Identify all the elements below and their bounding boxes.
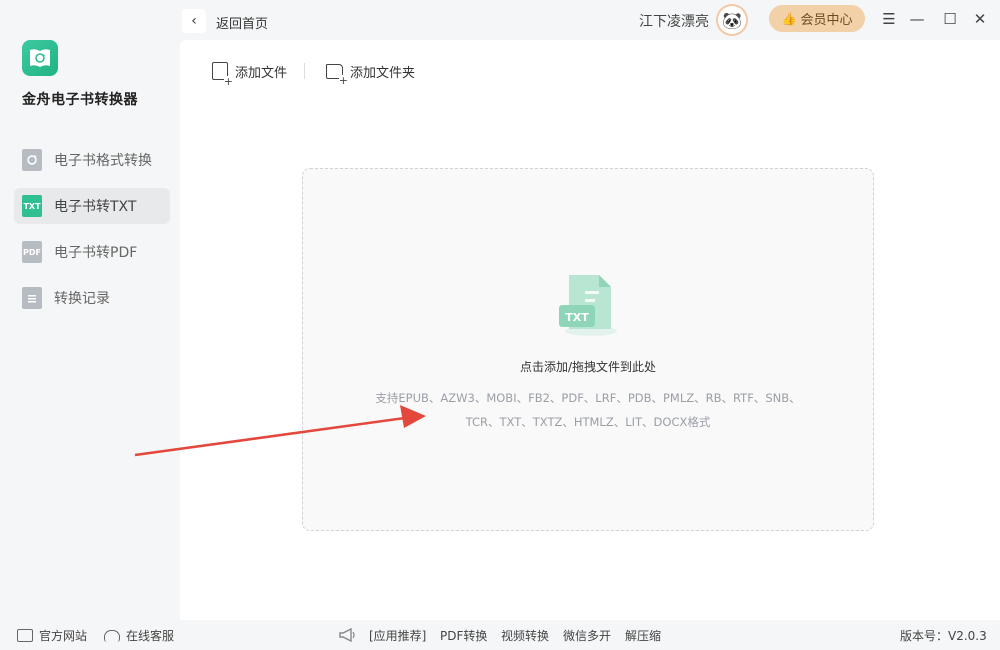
add-folder-label: 添加文件夹 [350, 65, 416, 81]
app-recommend-label: [应用推荐] [369, 629, 427, 643]
supported-formats-line-2: TCR、TXT、TXTZ、HTMLZ、LIT、DOCX格式 [465, 415, 711, 429]
add-file-icon [212, 62, 233, 87]
add-file-label: 添加文件 [235, 65, 288, 81]
wechat-multi-link[interactable]: 微信多开 [563, 627, 611, 644]
video-convert-link[interactable]: 视频转换 [501, 627, 549, 644]
sidebar-item-to-pdf[interactable]: PDF 电子书转PDF [14, 234, 170, 270]
monitor-icon [17, 629, 33, 642]
official-website-link[interactable]: 官方网站 [17, 627, 87, 644]
sidebar-item-history[interactable]: 转换记录 [14, 280, 170, 316]
file-drop-zone[interactable]: TXT 点击添加/拖拽文件到此处 支持EPUB、AZW3、MOBI、FB2、PD… [302, 168, 874, 531]
illustration-text: TXT [565, 311, 589, 324]
version-label: 版本号：V2.0.3 [900, 629, 987, 643]
chevron-left-icon: ‹ [191, 13, 197, 29]
app-logo-icon [22, 40, 58, 76]
sidebar-item-label: 电子书转TXT [54, 199, 137, 215]
toolbar-divider [304, 63, 305, 79]
txt-document-illustration-icon: TXT [555, 269, 621, 339]
sidebar-item-label: 电子书格式转换 [54, 153, 152, 169]
list-record-icon [22, 287, 42, 309]
avatar[interactable]: 🐼 [716, 4, 748, 36]
official-website-label: 官方网站 [39, 629, 88, 643]
refresh-book-icon [22, 149, 42, 171]
megaphone-icon [338, 627, 356, 643]
headset-icon [104, 629, 120, 642]
txt-file-icon: TXT [22, 195, 42, 217]
sidebar-item-format-convert[interactable]: 电子书格式转换 [14, 142, 170, 178]
sidebar-item-label: 电子书转PDF [54, 245, 138, 261]
sidebar-item-to-txt[interactable]: TXT 电子书转TXT [14, 188, 170, 224]
title-bar: ‹ 返回首页 江下凌漂亮 🐼 👍 会员中心 ☰ — ☐ ✕ [180, 0, 1000, 40]
sidebar-item-label: 转换记录 [54, 291, 110, 307]
add-folder-button[interactable]: 添加文件夹 [326, 60, 416, 86]
vip-center-label: 会员中心 [800, 13, 853, 28]
close-icon[interactable]: ✕ [969, 8, 991, 30]
status-bar: 官方网站 在线客服 [应用推荐] PDF转换 视频转换 微信多开 解压缩 版本号… [0, 620, 1000, 650]
main-panel: 添加文件 添加文件夹 TXT 点击添加/拖拽文件到此处 支持EPUB、AZW3、… [180, 40, 1000, 620]
thumbs-up-icon: 👍 [781, 11, 797, 26]
vip-center-button[interactable]: 👍 会员中心 [769, 5, 865, 32]
online-support-link[interactable]: 在线客服 [104, 627, 174, 644]
add-folder-icon [326, 63, 348, 86]
panda-avatar-icon: 🐼 [722, 10, 742, 30]
back-to-home-link[interactable]: 返回首页 [216, 13, 268, 32]
pdf-file-icon: PDF [22, 241, 42, 263]
drop-zone-instruction: 点击添加/拖拽文件到此处 [519, 360, 657, 374]
pdf-convert-link[interactable]: PDF转换 [440, 627, 487, 644]
maximize-icon[interactable]: ☐ [939, 8, 961, 30]
username[interactable]: 江下凌漂亮 [639, 11, 709, 31]
back-button[interactable]: ‹ [182, 9, 206, 33]
menu-icon[interactable]: ☰ [878, 8, 900, 30]
supported-formats-line-1: 支持EPUB、AZW3、MOBI、FB2、PDF、LRF、PDB、PMLZ、RB… [375, 391, 801, 405]
minimize-icon[interactable]: — [906, 8, 928, 30]
sidebar: 金舟电子书转换器 电子书格式转换 TXT 电子书转TXT PDF 电子书转PDF… [0, 0, 180, 620]
unzip-link[interactable]: 解压缩 [625, 627, 661, 644]
add-file-button[interactable]: 添加文件 [212, 60, 288, 87]
online-support-label: 在线客服 [126, 629, 175, 643]
app-name: 金舟电子书转换器 [22, 92, 138, 108]
